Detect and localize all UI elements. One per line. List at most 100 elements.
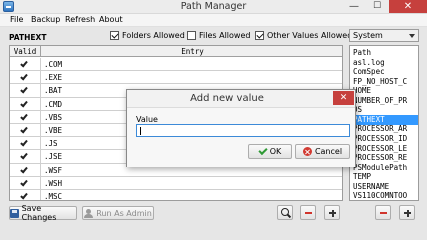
minimize-button[interactable]: — [343,0,365,13]
files-allowed-label: Files Allowed [199,31,251,40]
checkmark-icon [20,191,28,200]
menu-backup[interactable]: Backup [31,15,60,24]
valid-cell [10,137,41,150]
variable-list-item[interactable]: PATHEXT [350,114,418,125]
run-as-admin-button[interactable]: Run As Admin [82,206,154,220]
variable-list-item[interactable]: PSModulePath [350,163,418,173]
column-header-valid[interactable]: Valid [10,46,41,57]
valid-cell [10,190,41,200]
entry-cell: .EXE [44,73,63,83]
entry-cell: .WSH [44,178,63,188]
entry-cell: .JS [44,139,58,149]
entry-cell: .BAT [44,86,63,96]
variable-name-label: PATHEXT [9,33,47,42]
checkbox-unchecked-icon [187,31,196,40]
checkbox-checked-icon [110,31,119,40]
table-row[interactable]: .EXE [10,71,342,85]
checkbox-checked-icon [255,31,264,40]
variable-list-item[interactable]: ComSpec [350,67,418,77]
valid-cell [10,71,41,84]
checkmark-icon [20,151,28,160]
table-row[interactable]: .COM [10,58,342,72]
variable-list-item[interactable]: PROCESSOR_LE [350,144,418,154]
dialog-body: Value OK Cancel [127,108,355,167]
checkmark-icon [20,72,28,81]
checkmark-icon [20,59,28,68]
entry-cell: .MSC [44,192,63,201]
variable-list-item[interactable]: FP_NO_HOST_C [350,77,418,87]
checkmark-icon [20,138,28,147]
valid-cell [10,176,41,189]
run-as-admin-label: Run As Admin [96,208,152,218]
checkmark-icon [20,125,28,134]
menu-file[interactable]: File [10,15,23,24]
table-row[interactable]: .MSC [10,190,342,201]
chevron-down-icon [409,34,415,38]
scope-dropdown[interactable]: System [349,29,419,42]
variable-list-item[interactable]: VS110COMNTOO [350,191,418,200]
scope-dropdown-value: System [353,31,383,40]
menu-bar: File Backup Refresh About [0,14,427,27]
entry-cell: .WSF [44,165,63,175]
entry-cell: .VBE [44,126,63,135]
menu-refresh[interactable]: Refresh [65,15,95,24]
checkmark-icon [20,99,28,108]
valid-cell [10,58,41,71]
text-caret [140,127,141,135]
entry-cell: .CMD [44,99,63,109]
remove-variable-button[interactable] [375,205,391,220]
variable-list-item[interactable]: TEMP [350,172,418,182]
save-changes-button[interactable]: Save Changes [9,204,77,222]
cancel-button[interactable]: Cancel [295,144,350,159]
table-row[interactable]: .WSH [10,176,342,190]
variable-list-item[interactable]: PROCESSOR_RE [350,153,418,163]
checkmark-icon [20,178,28,187]
folders-allowed-checkbox[interactable]: Folders Allowed [110,31,185,40]
dialog-title: Add new value [190,93,264,104]
save-changes-label: Save Changes [21,204,57,222]
valid-cell [10,163,41,176]
variable-list-item[interactable]: USERNAME [350,182,418,192]
title-bar: Path Manager — ☐ ✕ [0,0,427,14]
valid-cell [10,84,41,97]
valid-cell [10,124,41,137]
add-variable-button[interactable] [399,205,415,220]
entry-cell: .JSE [44,152,63,162]
checkmark-icon [20,112,28,121]
value-input[interactable] [136,124,350,137]
search-button[interactable] [277,205,293,220]
other-values-allowed-checkbox[interactable]: Other Values Allowed [255,31,352,40]
ok-button[interactable]: OK [248,144,292,159]
dialog-close-button[interactable]: ✕ [333,91,354,105]
checkmark-icon [258,145,268,155]
maximize-button[interactable]: ☐ [366,0,388,13]
table-header: Valid Entry [10,46,342,57]
close-window-button[interactable]: ✕ [389,0,427,13]
variable-list-item[interactable]: Path [350,48,418,58]
variable-list-item[interactable]: NUMBER_OF_PR [350,96,418,106]
admin-user-icon [84,208,94,218]
value-label: Value [136,115,158,124]
other-values-allowed-label: Other Values Allowed [267,31,353,40]
remove-entry-button[interactable] [300,205,316,220]
variable-list-item[interactable]: PROCESSOR_AR [350,124,418,134]
variable-list-item[interactable]: PROCESSOR_ID [350,134,418,144]
variables-list[interactable]: Path asl.log ComSpec FP_NO_HOST_C HOME NUMBER… [349,45,419,201]
column-header-entry[interactable]: Entry [41,46,342,57]
variable-list-item[interactable]: OS [350,105,418,115]
cancel-icon [302,147,312,156]
folders-allowed-label: Folders Allowed [122,31,185,40]
add-entry-button[interactable] [324,205,340,220]
variable-list-item[interactable]: asl.log [350,58,418,68]
cancel-label: Cancel [314,147,343,156]
valid-cell [10,150,41,163]
menu-about[interactable]: About [99,15,123,24]
entry-cell: .COM [44,60,63,69]
checkmark-icon [20,165,28,174]
ok-label: OK [269,147,282,156]
files-allowed-checkbox[interactable]: Files Allowed [187,31,250,40]
variable-list-item[interactable]: HOME [350,86,418,96]
add-value-dialog: Add new value ✕ Value OK Cancel [126,89,356,167]
checkmark-icon [20,85,28,94]
save-icon [10,208,19,218]
